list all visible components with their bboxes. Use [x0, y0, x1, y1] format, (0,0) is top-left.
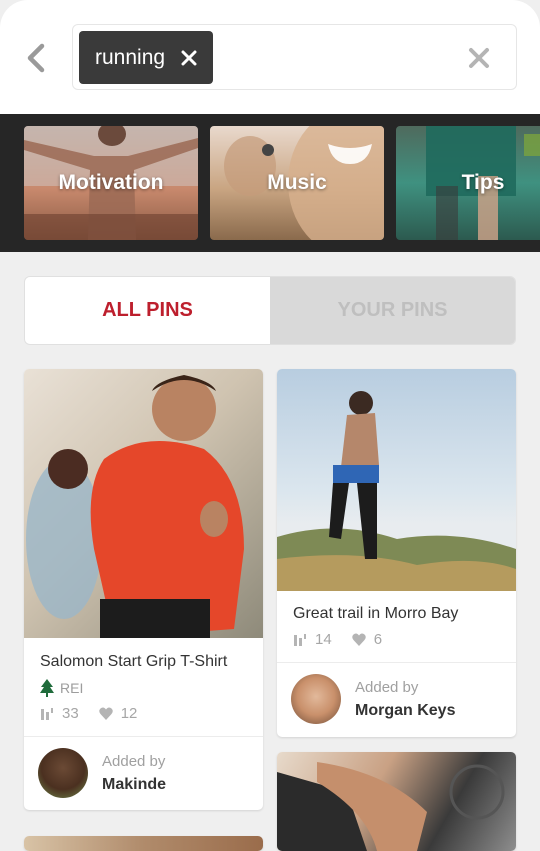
tab-all-pins[interactable]: ALL PINS — [25, 277, 270, 344]
pin-source-label: REI — [60, 680, 84, 696]
avatar[interactable] — [291, 674, 341, 724]
repin-icon[interactable] — [40, 707, 54, 721]
category-label: Music — [267, 171, 327, 194]
close-icon[interactable] — [181, 50, 197, 66]
added-by-label: Added by — [355, 678, 419, 696]
added-by-row[interactable]: Added by Makinde — [24, 737, 263, 809]
category-tile-motivation[interactable]: Motivation — [24, 126, 198, 240]
pin-source: REI — [40, 679, 247, 697]
pin-title: Great trail in Morro Bay — [293, 605, 459, 622]
search-header: running — [0, 0, 540, 114]
added-by-user[interactable]: Morgan Keys — [355, 702, 455, 720]
search-chip[interactable]: running — [79, 31, 214, 84]
category-label: Tips — [461, 171, 505, 194]
tree-icon — [40, 679, 54, 697]
category-tile-music[interactable]: Music — [210, 126, 384, 240]
tab-your-pins[interactable]: YOUR PINS — [270, 277, 515, 344]
avatar[interactable] — [38, 748, 88, 798]
added-by-user[interactable]: Makinde — [102, 776, 166, 794]
pin-card[interactable]: Salomon Start Grip T-Shirt REI 33 12 Add… — [24, 369, 263, 810]
category-tile-tips[interactable]: Tips — [396, 126, 540, 240]
like-count: 12 — [120, 705, 138, 722]
clear-search-icon[interactable] — [468, 47, 490, 69]
heart-icon[interactable] — [98, 707, 113, 720]
added-by-label: Added by — [102, 752, 166, 770]
pin-card[interactable]: Great trail in Morro Bay 14 6 Added by M… — [277, 369, 516, 737]
search-chip-label: running — [95, 45, 166, 69]
pin-image — [277, 752, 516, 851]
pin-stats: 14 6 — [293, 631, 500, 648]
search-input[interactable]: running — [72, 24, 517, 90]
pin-card[interactable] — [277, 752, 516, 851]
category-strip: Motivation Music Tips — [0, 114, 540, 252]
category-label: Motivation — [58, 171, 164, 194]
pin-image — [24, 369, 263, 638]
pins-toggle: ALL PINS YOUR PINS — [24, 276, 516, 345]
heart-icon[interactable] — [351, 633, 366, 646]
pin-image — [277, 369, 516, 591]
back-icon[interactable] — [22, 40, 50, 76]
pin-image — [24, 836, 263, 851]
repin-count: 33 — [62, 705, 79, 722]
repin-icon[interactable] — [293, 633, 307, 647]
like-count: 6 — [373, 631, 383, 648]
pin-card[interactable] — [24, 836, 263, 851]
pin-title: Salomon Start Grip T-Shirt — [40, 653, 228, 670]
added-by-row[interactable]: Added by Morgan Keys — [277, 663, 516, 735]
pin-stats: 33 12 — [40, 705, 247, 722]
repin-count: 14 — [315, 631, 332, 648]
